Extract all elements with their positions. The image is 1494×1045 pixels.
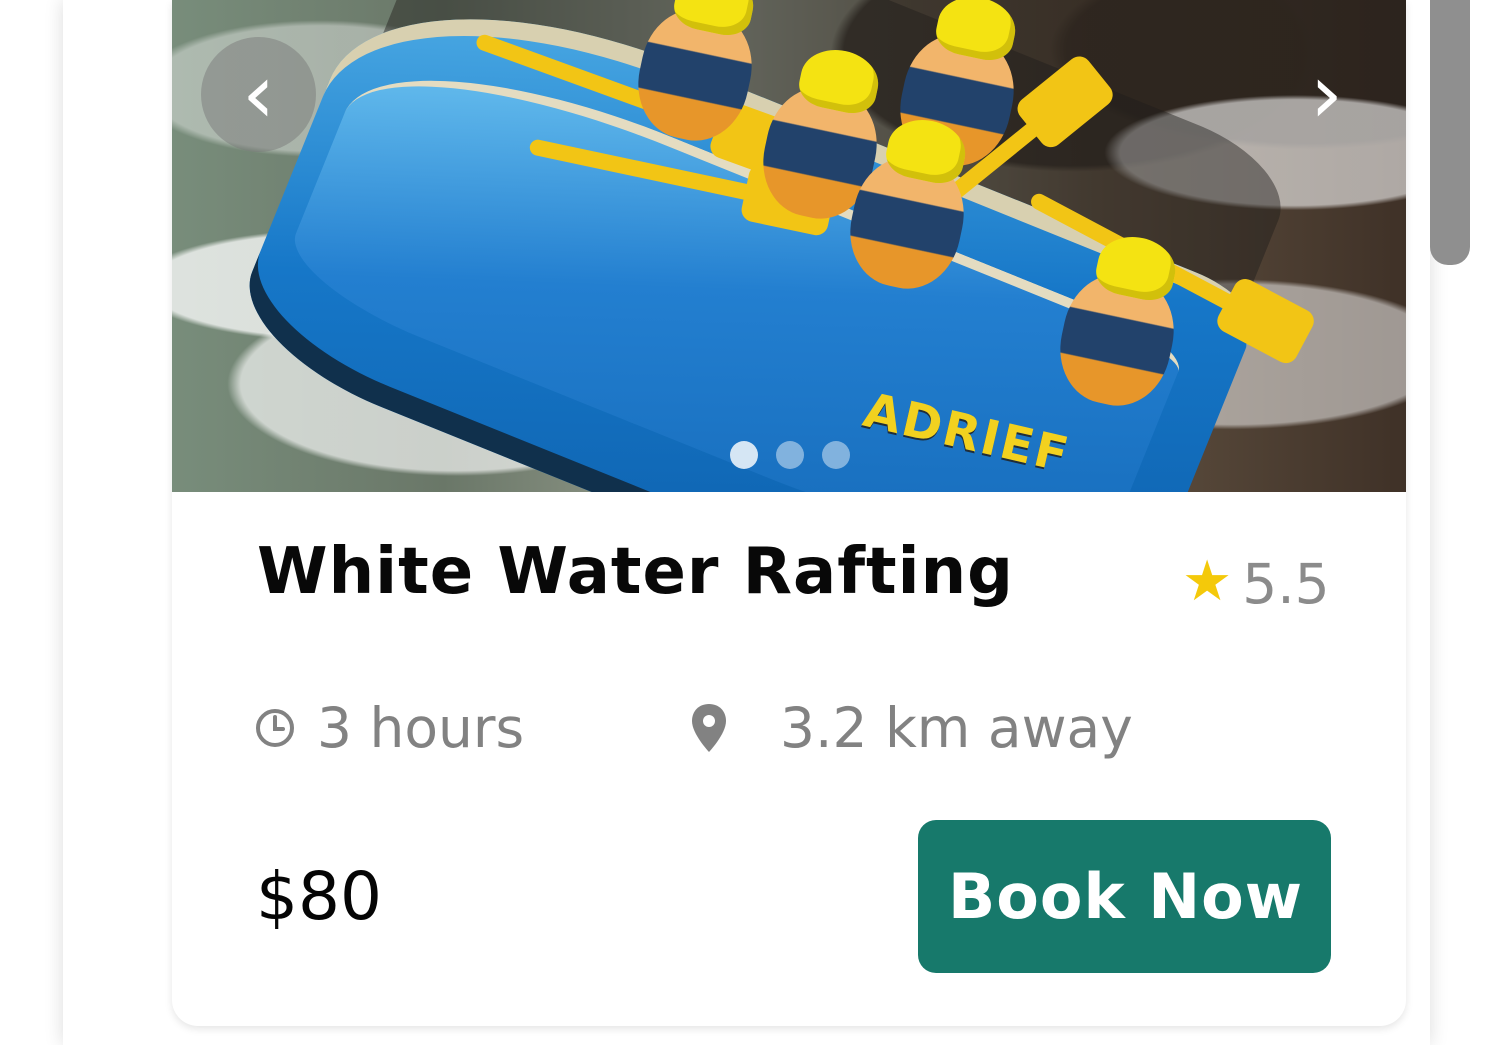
carousel-dot-1[interactable] [730, 441, 758, 469]
duration-text: 3 hours [317, 696, 525, 760]
activity-image-carousel[interactable]: ADRIEF ‹ › [172, 0, 1406, 492]
rating-value: 5.5 [1242, 552, 1330, 616]
vertical-scrollbar-thumb[interactable] [1430, 0, 1470, 265]
chevron-left-icon: ‹ [242, 46, 275, 142]
activity-price: $80 [256, 858, 382, 935]
location-pin-icon [692, 704, 726, 752]
activity-title: White Water Rafting [257, 535, 1014, 609]
book-now-button[interactable]: Book Now [918, 820, 1331, 973]
carousel-dot-2[interactable] [776, 441, 804, 469]
duration-info: 3 hours [254, 696, 524, 760]
carousel-dot-3[interactable] [822, 441, 850, 469]
chevron-right-icon: › [1310, 46, 1343, 142]
distance-text: 3.2 km away [780, 696, 1133, 760]
distance-info: 3.2 km away [690, 696, 1133, 760]
activity-card: ADRIEF ‹ › White Water Rafting ★ 5.5 3 h… [172, 0, 1406, 1026]
next-slide-button[interactable]: › [1269, 37, 1384, 152]
previous-slide-button[interactable]: ‹ [201, 37, 316, 152]
activity-list-panel: ADRIEF ‹ › White Water Rafting ★ 5.5 3 h… [63, 0, 1470, 1045]
star-icon: ★ [1182, 549, 1233, 614]
activity-rating: ★ 5.5 [1182, 552, 1330, 616]
carousel-pagination [730, 441, 850, 469]
clock-icon [256, 709, 294, 747]
